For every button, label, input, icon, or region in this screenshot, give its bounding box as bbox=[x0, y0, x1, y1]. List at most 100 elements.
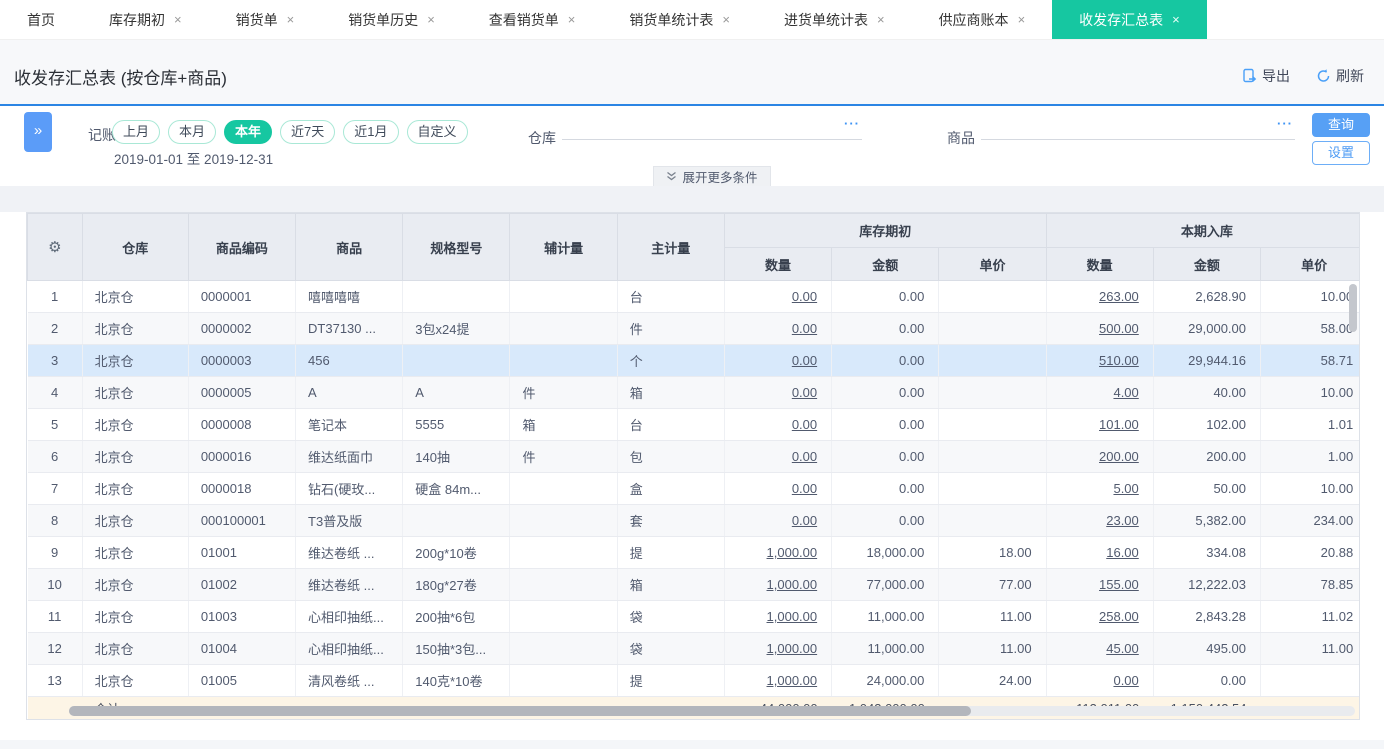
table-row[interactable]: 1北京仓0000001嘻嘻嘻嘻台0.000.00263.002,628.9010… bbox=[28, 281, 1361, 313]
column-subheader-单价[interactable]: 单价 bbox=[1261, 248, 1361, 281]
quantity-link[interactable]: 0.00 bbox=[792, 321, 817, 336]
table-row[interactable]: 13北京仓01005清风卷纸 ...140克*10卷提1,000.0024,00… bbox=[28, 665, 1361, 697]
tab-供应商账本[interactable]: 供应商账本× bbox=[912, 0, 1053, 39]
quantity-link[interactable]: 0.00 bbox=[792, 481, 817, 496]
table-row[interactable]: 6北京仓0000016维达纸面巾140抽件包0.000.00200.00200.… bbox=[28, 441, 1361, 473]
product-input[interactable]: ··· bbox=[981, 114, 1295, 140]
tab-close-icon[interactable]: × bbox=[427, 12, 435, 27]
quantity-link[interactable]: 0.00 bbox=[792, 385, 817, 400]
tab-库存期初[interactable]: 库存期初× bbox=[82, 0, 209, 39]
product-more-icon[interactable]: ··· bbox=[1277, 116, 1293, 131]
quantity-link[interactable]: 155.00 bbox=[1099, 577, 1139, 592]
cell-open_qty: 1,000.00 bbox=[724, 601, 831, 633]
quantity-link[interactable]: 23.00 bbox=[1106, 513, 1139, 528]
cell-in_qty: 16.00 bbox=[1046, 537, 1153, 569]
date-range-value[interactable]: 2019-01-01 至 2019-12-31 bbox=[114, 148, 273, 168]
tab-收发存汇总表[interactable]: 收发存汇总表× bbox=[1052, 0, 1207, 39]
quantity-link[interactable]: 1,000.00 bbox=[767, 673, 818, 688]
vertical-scrollbar-thumb[interactable] bbox=[1349, 284, 1357, 332]
column-settings-header[interactable]: ⚙ bbox=[28, 214, 83, 281]
table-row[interactable]: 8北京仓000100001T3普及版套0.000.0023.005,382.00… bbox=[28, 505, 1361, 537]
tab-close-icon[interactable]: × bbox=[1018, 12, 1026, 27]
tab-close-icon[interactable]: × bbox=[1172, 12, 1180, 27]
quantity-link[interactable]: 0.00 bbox=[792, 289, 817, 304]
quantity-link[interactable]: 1,000.00 bbox=[767, 577, 818, 592]
quantity-link[interactable]: 1,000.00 bbox=[767, 641, 818, 656]
horizontal-scrollbar[interactable] bbox=[69, 706, 1355, 716]
tab-销货单[interactable]: 销货单× bbox=[209, 0, 322, 39]
tab-close-icon[interactable]: × bbox=[287, 12, 295, 27]
quantity-link[interactable]: 45.00 bbox=[1106, 641, 1139, 656]
quantity-link[interactable]: 0.00 bbox=[792, 417, 817, 432]
horizontal-scrollbar-thumb[interactable] bbox=[69, 706, 971, 716]
quantity-link[interactable]: 0.00 bbox=[792, 449, 817, 464]
collapse-panel-button[interactable]: » bbox=[24, 112, 52, 152]
table-row[interactable]: 2北京仓0000002DT37130 ...3包x24提件0.000.00500… bbox=[28, 313, 1361, 345]
expand-more-conditions-button[interactable]: 展开更多条件 bbox=[653, 166, 771, 186]
date-preset-上月[interactable]: 上月 bbox=[112, 120, 160, 144]
tab-close-icon[interactable]: × bbox=[877, 12, 885, 27]
column-subheader-金额[interactable]: 金额 bbox=[832, 248, 939, 281]
date-preset-本月[interactable]: 本月 bbox=[168, 120, 216, 144]
date-preset-近1月[interactable]: 近1月 bbox=[343, 120, 398, 144]
tab-close-icon[interactable]: × bbox=[722, 12, 730, 27]
date-preset-近7天[interactable]: 近7天 bbox=[280, 120, 335, 144]
quantity-link[interactable]: 1,000.00 bbox=[767, 609, 818, 624]
quantity-link[interactable]: 16.00 bbox=[1106, 545, 1139, 560]
column-subheader-单价[interactable]: 单价 bbox=[939, 248, 1046, 281]
quantity-link[interactable]: 0.00 bbox=[1113, 673, 1138, 688]
column-header-商品[interactable]: 商品 bbox=[296, 214, 403, 281]
tab-销货单历史[interactable]: 销货单历史× bbox=[321, 0, 462, 39]
column-header-仓库[interactable]: 仓库 bbox=[82, 214, 188, 281]
quantity-link[interactable]: 5.00 bbox=[1113, 481, 1138, 496]
cell-open_qty: 0.00 bbox=[724, 473, 831, 505]
column-subheader-数量[interactable]: 数量 bbox=[724, 248, 831, 281]
refresh-button[interactable]: 刷新 bbox=[1316, 66, 1364, 86]
gear-icon[interactable]: ⚙ bbox=[48, 239, 61, 256]
table-row[interactable]: 3北京仓0000003456个0.000.00510.0029,944.1658… bbox=[28, 345, 1361, 377]
quantity-link[interactable]: 101.00 bbox=[1099, 417, 1139, 432]
page-title: 收发存汇总表 (按仓库+商品) bbox=[14, 64, 227, 89]
column-header-主计量[interactable]: 主计量 bbox=[617, 214, 724, 281]
quantity-link[interactable]: 263.00 bbox=[1099, 289, 1139, 304]
quantity-link[interactable]: 258.00 bbox=[1099, 609, 1139, 624]
table-row[interactable]: 5北京仓0000008笔记本5555箱台0.000.00101.00102.00… bbox=[28, 409, 1361, 441]
column-subheader-数量[interactable]: 数量 bbox=[1046, 248, 1153, 281]
table-row[interactable]: 10北京仓01002维达卷纸 ...180g*27卷箱1,000.0077,00… bbox=[28, 569, 1361, 601]
cell-open_qty: 0.00 bbox=[724, 409, 831, 441]
quantity-link[interactable]: 200.00 bbox=[1099, 449, 1139, 464]
tab-进货单统计表[interactable]: 进货单统计表× bbox=[757, 0, 912, 39]
table-row[interactable]: 4北京仓0000005AA件箱0.000.004.0040.0010.004.0 bbox=[28, 377, 1361, 409]
table-row[interactable]: 9北京仓01001维达卷纸 ...200g*10卷提1,000.0018,000… bbox=[28, 537, 1361, 569]
product-filter-label: 商品 bbox=[947, 128, 975, 148]
quantity-link[interactable]: 1,000.00 bbox=[767, 545, 818, 560]
table-row[interactable]: 11北京仓01003心相印抽纸...200抽*6包袋1,000.0011,000… bbox=[28, 601, 1361, 633]
date-preset-本年[interactable]: 本年 bbox=[224, 120, 272, 144]
query-button[interactable]: 查询 bbox=[1312, 113, 1370, 137]
tab-首页[interactable]: 首页 bbox=[0, 0, 82, 39]
tab-close-icon[interactable]: × bbox=[174, 12, 182, 27]
export-button[interactable]: 导出 bbox=[1242, 66, 1290, 86]
column-header-辅计量[interactable]: 辅计量 bbox=[510, 214, 617, 281]
tab-查看销货单[interactable]: 查看销货单× bbox=[462, 0, 603, 39]
table-row[interactable]: 12北京仓01004心相印抽纸...150抽*3包...袋1,000.0011,… bbox=[28, 633, 1361, 665]
quantity-link[interactable]: 510.00 bbox=[1099, 353, 1139, 368]
settings-button[interactable]: 设置 bbox=[1312, 141, 1370, 165]
quantity-link[interactable]: 0.00 bbox=[792, 513, 817, 528]
tab-销货单统计表[interactable]: 销货单统计表× bbox=[602, 0, 757, 39]
tab-close-icon[interactable]: × bbox=[568, 12, 576, 27]
quantity-link[interactable]: 500.00 bbox=[1099, 321, 1139, 336]
quantity-link[interactable]: 4.00 bbox=[1113, 385, 1138, 400]
cell-spec: 180g*27卷 bbox=[403, 569, 510, 601]
date-preset-自定义[interactable]: 自定义 bbox=[407, 120, 468, 144]
warehouse-input[interactable]: ··· bbox=[562, 114, 862, 140]
column-header-商品编码[interactable]: 商品编码 bbox=[188, 214, 295, 281]
column-header-规格型号[interactable]: 规格型号 bbox=[403, 214, 510, 281]
cell-in_qty: 101.00 bbox=[1046, 409, 1153, 441]
quantity-link[interactable]: 0.00 bbox=[792, 353, 817, 368]
table-row[interactable]: 7北京仓0000018钻石(硬玫...硬盒 84m...盒0.000.005.0… bbox=[28, 473, 1361, 505]
column-subheader-金额[interactable]: 金额 bbox=[1153, 248, 1260, 281]
cell-open_amt: 11,000.00 bbox=[832, 633, 939, 665]
cell-code: 0000018 bbox=[188, 473, 295, 505]
warehouse-more-icon[interactable]: ··· bbox=[844, 116, 860, 131]
